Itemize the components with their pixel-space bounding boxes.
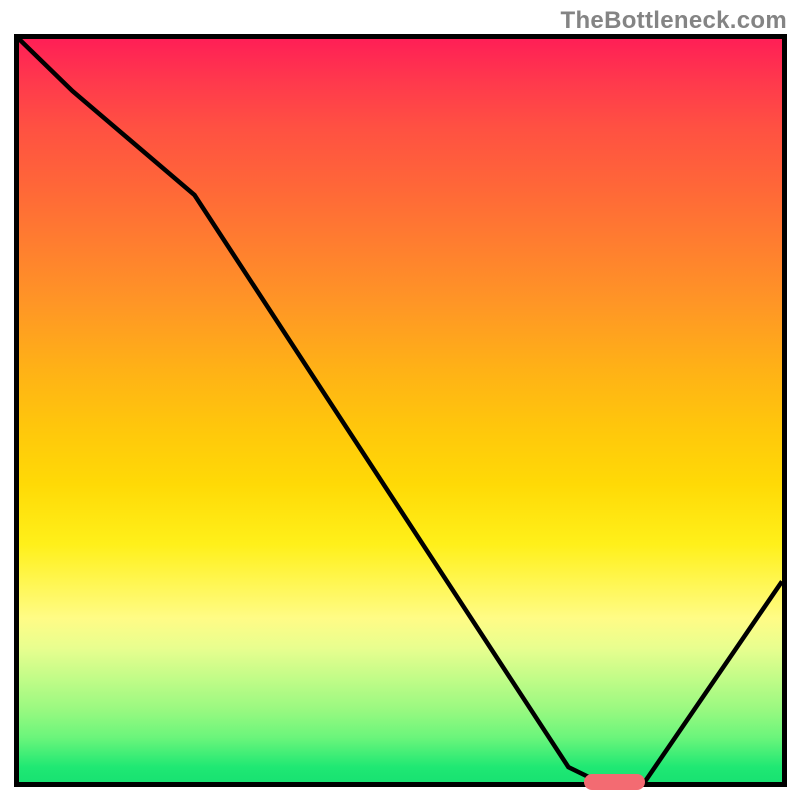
optimal-range-marker [584, 774, 645, 790]
chart-frame [14, 34, 787, 787]
chart-background-gradient [19, 39, 782, 782]
watermark-text: TheBottleneck.com [561, 7, 787, 35]
